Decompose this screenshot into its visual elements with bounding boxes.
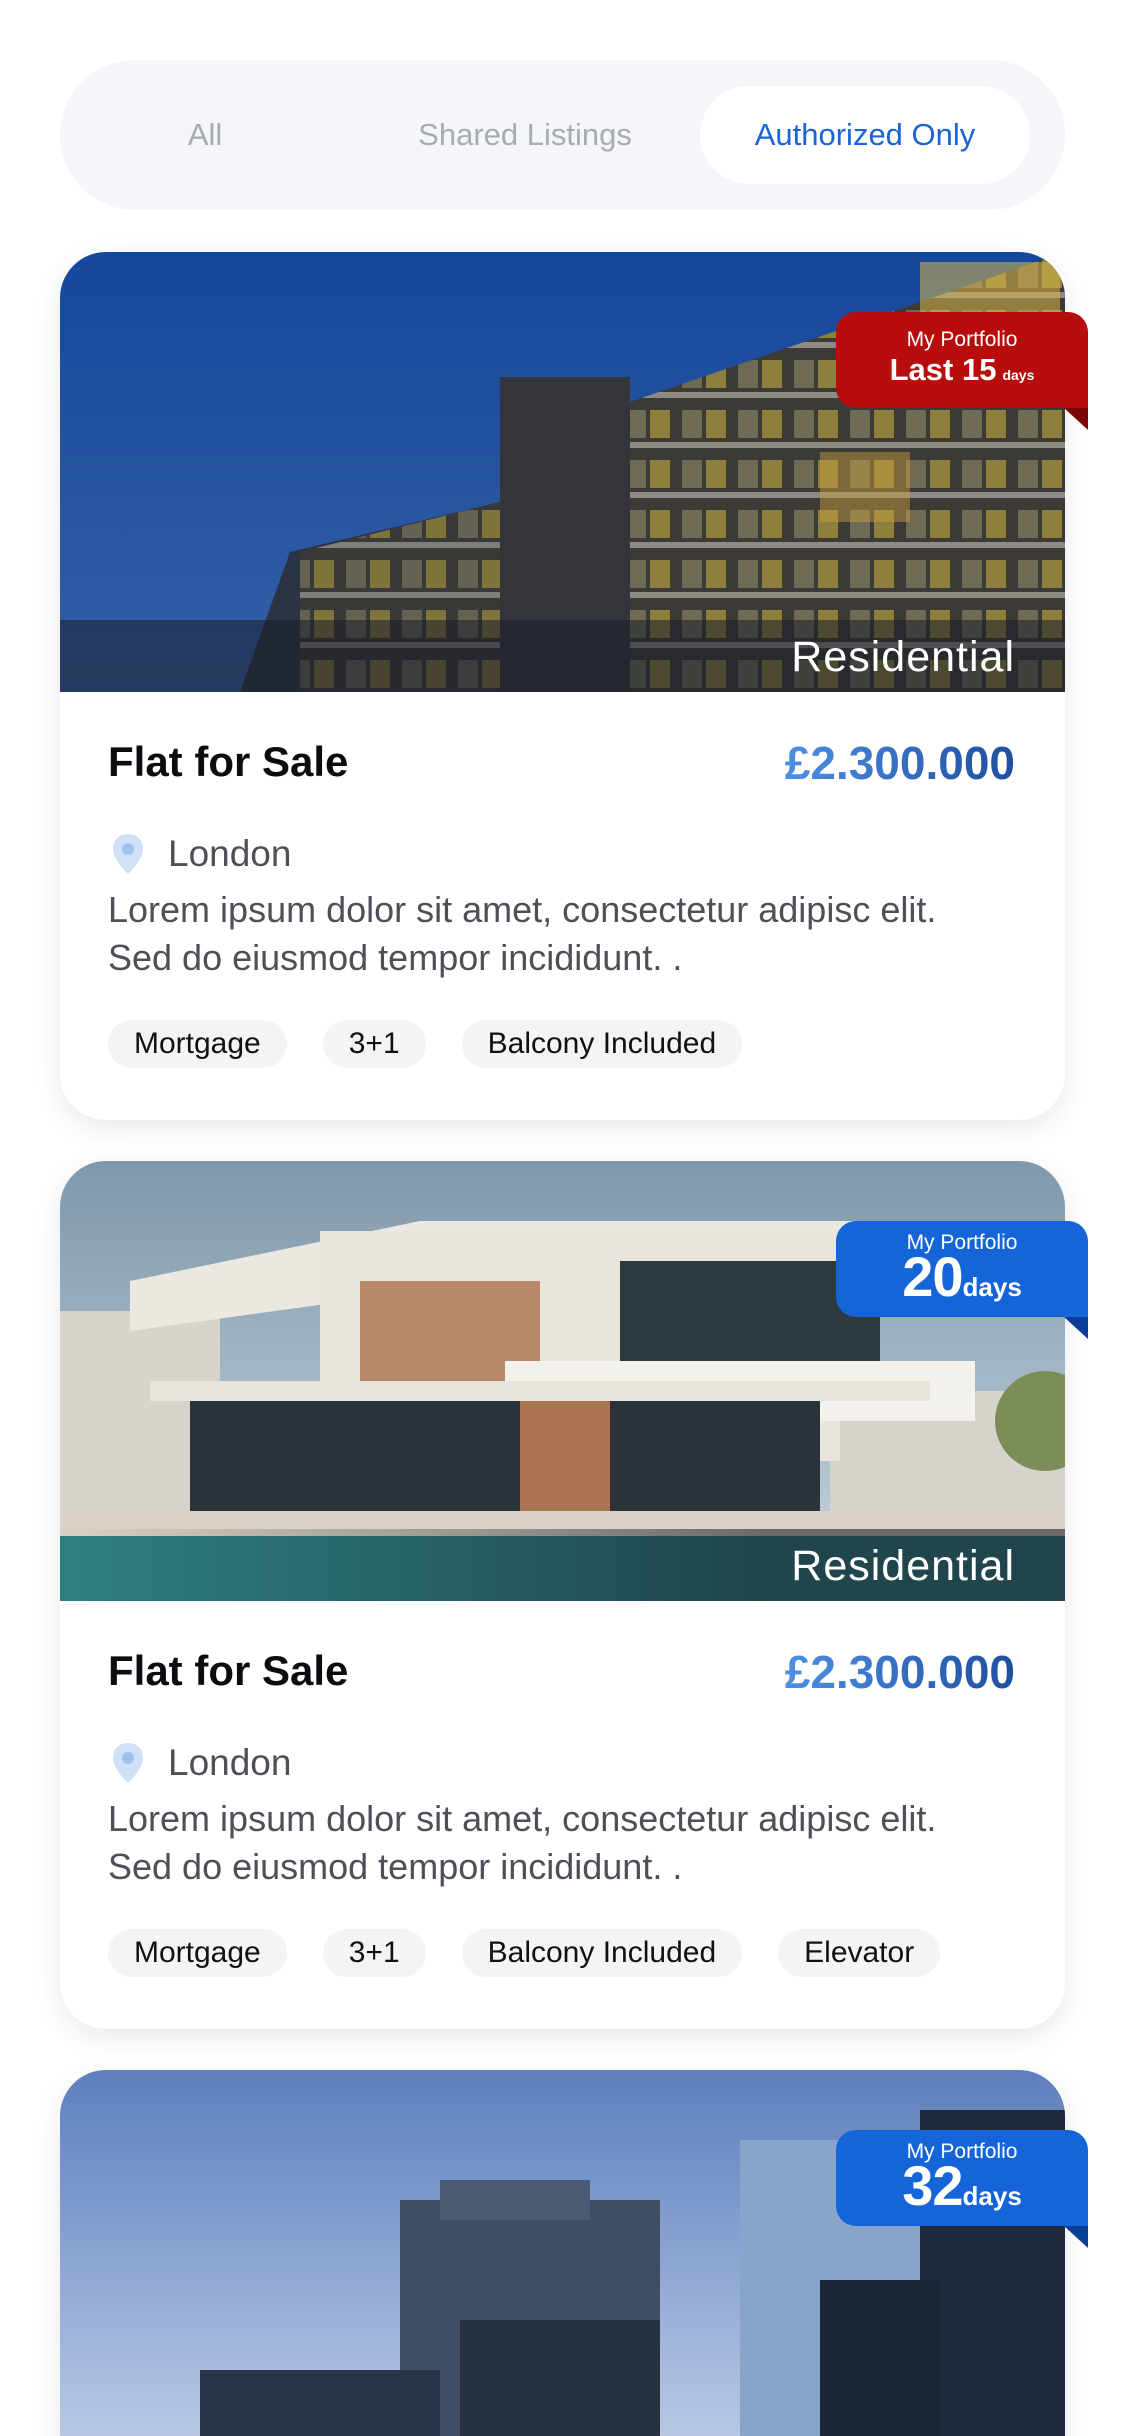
badge-unit: days [962, 1272, 1022, 1302]
badge-value: 20 [902, 1245, 963, 1308]
listing-filter-tabs: All Shared Listings Authorized Only [60, 60, 1065, 210]
listing-title: Flat for Sale [108, 738, 349, 785]
listing-title: Flat for Sale [108, 1647, 349, 1694]
listing-location: London [110, 1741, 291, 1785]
portfolio-badge: My Portfolio Last 15 days [836, 312, 1088, 430]
listing-tags: Mortgage 3+1 Balcony Included [108, 1020, 743, 1068]
badge-value: Last 15 [889, 352, 997, 387]
tag-chip: 3+1 [322, 1020, 426, 1068]
location-pin-icon [113, 1743, 143, 1783]
location-text: London [168, 833, 292, 874]
portfolio-badge: My Portfolio 20days [836, 1221, 1088, 1339]
listing-card[interactable]: Residential My Portfolio 20days Flat for… [60, 1161, 1088, 2029]
listing-location: London [110, 832, 291, 876]
badge-unit: days [1002, 367, 1035, 383]
listing-card[interactable]: My Portfolio 32days [60, 2070, 1088, 2436]
category-label: Residential [791, 633, 1015, 681]
badge-value: 32 [902, 2154, 963, 2217]
category-label: Residential [791, 1542, 1015, 1590]
tag-chip: Balcony Included [461, 1020, 743, 1068]
listing-price: £2.300.000 [784, 737, 1015, 789]
location-pin-icon [113, 834, 143, 874]
tag-chip: Balcony Included [461, 1929, 743, 1977]
office-towers-photo [60, 2070, 1065, 2436]
tag-chip: Mortgage [108, 1020, 287, 1068]
tab-authorized-only[interactable]: Authorized Only [700, 86, 1030, 184]
listing-tags: Mortgage 3+1 Balcony Included Elevator [108, 1929, 941, 1977]
listing-description: Lorem ipsum dolor sit amet, consectetur … [108, 1798, 937, 1887]
tab-all[interactable]: All [120, 86, 290, 184]
listing-card[interactable]: Residential My Portfolio Last 15 days Fla… [60, 252, 1088, 1120]
tag-chip: Elevator [778, 1929, 941, 1977]
location-text: London [168, 1742, 292, 1783]
portfolio-badge: My Portfolio 32days [836, 2130, 1088, 2248]
tag-chip: 3+1 [322, 1929, 426, 1977]
badge-unit: days [962, 2181, 1022, 2211]
tab-shared-listings[interactable]: Shared Listings [360, 86, 690, 184]
listing-photo [60, 2070, 1065, 2436]
tag-chip: Mortgage [108, 1929, 287, 1977]
badge-title: My Portfolio [906, 328, 1018, 351]
listing-price: £2.300.000 [784, 1646, 1015, 1698]
listing-description: Lorem ipsum dolor sit amet, consectetur … [108, 889, 937, 978]
